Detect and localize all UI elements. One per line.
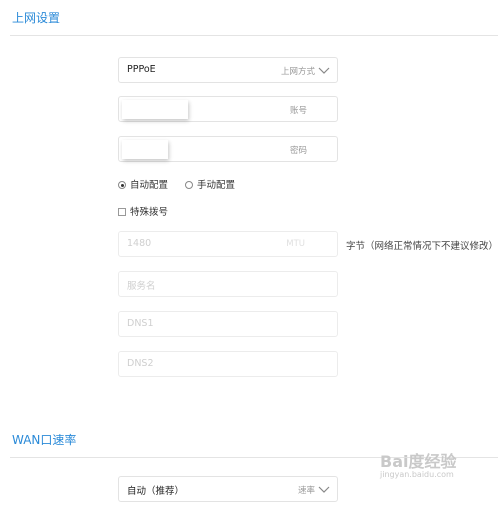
chevron-down-icon bbox=[318, 67, 330, 74]
service-name-field[interactable]: 服务名 bbox=[118, 271, 338, 297]
section-title-wan-speed: WAN口速率 bbox=[12, 433, 77, 447]
watermark-logo: Bai度经验 jingyan.baidu.com bbox=[380, 448, 456, 479]
radio-unchecked-icon[interactable] bbox=[185, 181, 194, 189]
watermark-subtext: jingyan.baidu.com bbox=[380, 470, 454, 479]
mtu-field[interactable]: 1480 MTU bbox=[118, 231, 338, 257]
mtu-label: MTU bbox=[286, 239, 305, 249]
connection-type-label: 上网方式 bbox=[280, 67, 315, 77]
manual-config-label: 手动配置 bbox=[197, 180, 236, 191]
special-dial-label: 特殊拨号 bbox=[130, 207, 169, 218]
wan-speed-select[interactable]: 自动（推荐） 速率 bbox=[118, 476, 338, 502]
radio-checked-icon[interactable] bbox=[118, 181, 126, 189]
service-name-placeholder: 服务名 bbox=[127, 281, 156, 292]
auto-config-label: 自动配置 bbox=[130, 180, 169, 191]
dns2-field[interactable]: DNS2 bbox=[118, 351, 338, 377]
connection-type-value: PPPoE bbox=[127, 64, 156, 75]
manual-config-option[interactable]: 手动配置 bbox=[185, 177, 235, 191]
checkbox-icon[interactable] bbox=[118, 208, 126, 216]
watermark-text: Bai度经验 bbox=[380, 452, 457, 471]
password-redacted bbox=[122, 140, 168, 159]
connection-type-select[interactable]: PPPoE 上网方式 bbox=[118, 57, 338, 83]
password-label: 密码 bbox=[289, 146, 307, 156]
auto-config-option[interactable]: 自动配置 bbox=[118, 177, 168, 191]
account-field[interactable]: 账号 bbox=[118, 96, 338, 122]
mtu-note: 字节（网络正常情况下不建议修改） bbox=[346, 241, 499, 252]
wan-speed-label: 速率 bbox=[297, 486, 315, 496]
account-redacted bbox=[122, 100, 188, 119]
dns1-placeholder: DNS1 bbox=[127, 318, 154, 329]
account-label: 账号 bbox=[289, 106, 307, 116]
mtu-value: 1480 bbox=[127, 238, 152, 249]
wan-speed-value: 自动（推荐） bbox=[127, 486, 185, 497]
dns2-placeholder: DNS2 bbox=[127, 358, 154, 369]
config-mode-group: 自动配置 手动配置 bbox=[118, 177, 249, 191]
section-divider bbox=[10, 35, 498, 36]
dns1-field[interactable]: DNS1 bbox=[118, 311, 338, 337]
chevron-down-icon bbox=[318, 486, 330, 493]
password-field[interactable]: 密码 bbox=[118, 136, 338, 162]
special-dial-option[interactable]: 特殊拨号 bbox=[118, 204, 168, 218]
section-title-internet: 上网设置 bbox=[12, 11, 61, 25]
